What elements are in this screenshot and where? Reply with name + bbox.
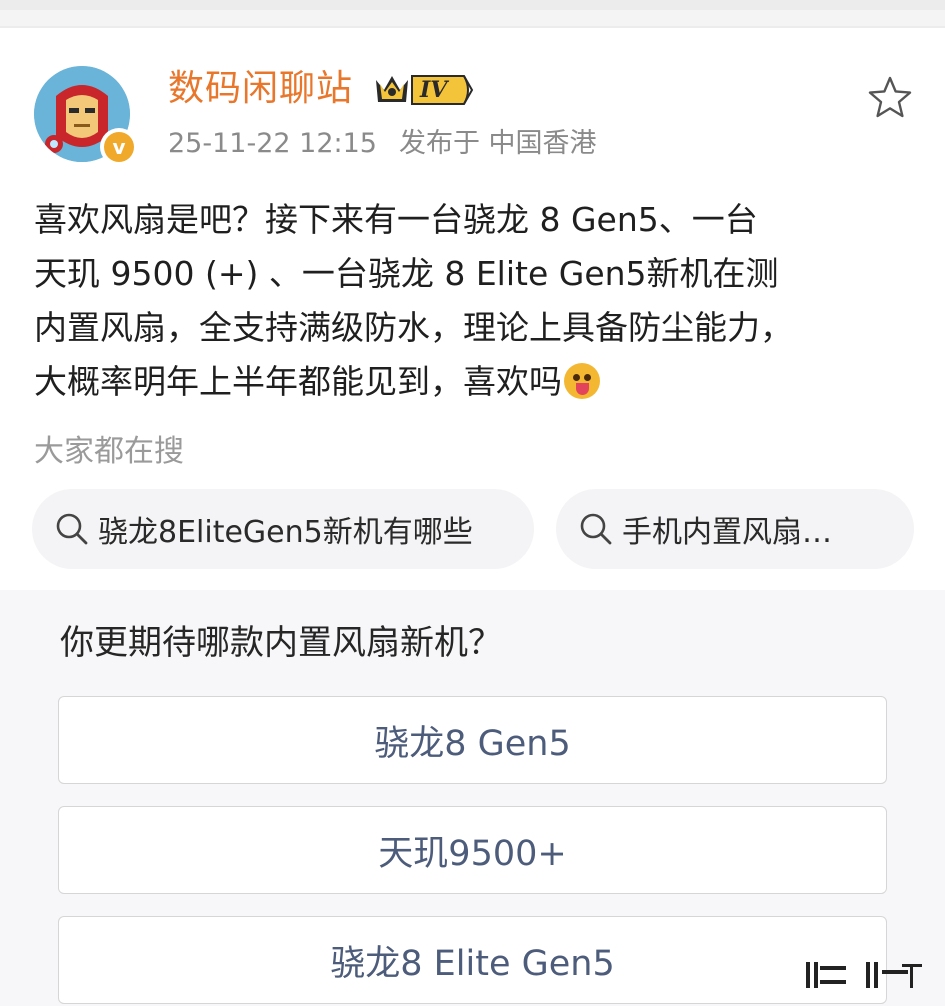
search-chip[interactable]: 手机内置风扇…: [556, 489, 914, 569]
top-strip: [0, 0, 945, 28]
post-meta: 25-11-22 12:15 发布于 中国香港: [168, 126, 597, 162]
search-chip-label: 骁龙8EliteGen5新机有哪些: [98, 515, 473, 550]
poll-question: 你更期待哪款内置风扇新机？: [60, 623, 502, 663]
verified-icon: v: [104, 132, 134, 162]
search-section-label: 大家都在搜: [34, 434, 184, 469]
poll-option-label: 骁龙8 Elite Gen5: [330, 943, 615, 984]
poll-option-label: 骁龙8 Gen5: [374, 723, 571, 764]
search-icon: [580, 513, 612, 545]
post-body-line: 大概率明年上半年都能见到，喜欢吗: [34, 362, 562, 401]
search-icon: [56, 513, 88, 545]
post-body-line: 内置风扇，全支持满级防水，理论上具备防尘能力，: [34, 308, 793, 347]
emoji-tongue-icon: [564, 363, 600, 399]
poll-option[interactable]: 天玑9500+: [58, 806, 887, 894]
search-chip-label: 手机内置风扇…: [622, 515, 832, 550]
post-body-last-line: 大概率明年上半年都能见到，喜欢吗: [34, 355, 914, 409]
watermark-icon: [806, 962, 922, 988]
favorite-button[interactable]: [866, 74, 914, 122]
app-watermark-logo: [806, 960, 930, 990]
level-badge-text: IV: [420, 77, 448, 103]
level-badge: IV: [372, 70, 476, 110]
poll-option-label: 天玑9500+: [378, 833, 567, 874]
post-timestamp: 25-11-22 12:15: [168, 128, 377, 159]
verified-badge: v: [100, 128, 138, 166]
post-body-line: 天玑 9500 (+) 、一台骁龙 8 Elite Gen5新机在测: [34, 254, 779, 293]
top-strip-inner: [0, 10, 945, 26]
post-location: 发布于 中国香港: [398, 128, 597, 159]
username[interactable]: 数码闲聊站: [168, 66, 353, 112]
poll-option[interactable]: 骁龙8 Elite Gen5: [58, 916, 887, 1004]
post-body-line: 喜欢风扇是吧？接下来有一台骁龙 8 Gen5、一台: [34, 200, 758, 239]
post-body: 喜欢风扇是吧？接下来有一台骁龙 8 Gen5、一台 天玑 9500 (+) 、一…: [34, 193, 914, 409]
star-icon: [868, 76, 912, 118]
poll-option[interactable]: 骁龙8 Gen5: [58, 696, 887, 784]
search-chip[interactable]: 骁龙8EliteGen5新机有哪些: [32, 489, 534, 569]
